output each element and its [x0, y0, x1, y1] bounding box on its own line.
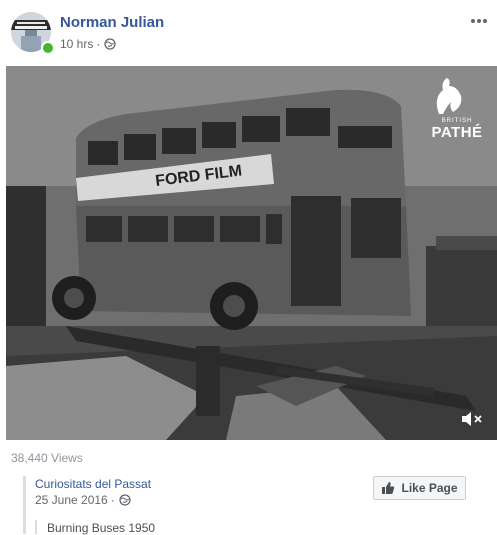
view-count: 38,440 Views — [11, 451, 83, 465]
video-frame: FORD FILM — [6, 66, 497, 440]
video-player[interactable]: FORD FILM BRITISH PATHÉ — [6, 66, 497, 440]
shared-post: Curiositats del Passat 25 June 2016 · Li… — [11, 476, 487, 535]
like-page-button[interactable]: Like Page — [373, 476, 466, 500]
thumbs-up-icon — [382, 482, 395, 494]
post-meta: 10 hrs · — [60, 37, 117, 51]
globe-icon[interactable] — [119, 494, 131, 506]
post-header: Norman Julian 10 hrs · — [0, 0, 497, 66]
more-options-button[interactable] — [469, 14, 489, 28]
mute-toggle-button[interactable] — [461, 410, 483, 428]
online-status-indicator — [41, 41, 55, 55]
rooster-logo-icon — [436, 78, 462, 114]
shared-post-border — [23, 476, 26, 534]
more-dot-icon — [471, 19, 475, 23]
shared-caption: Burning Buses 1950 — [47, 521, 156, 535]
caption-quote-bar — [35, 520, 37, 534]
watermark-brand-text: PATHÉ — [431, 124, 483, 141]
more-dot-icon — [477, 19, 481, 23]
pathe-watermark: BRITISH PATHÉ — [429, 76, 485, 141]
globe-icon[interactable] — [104, 38, 117, 50]
shared-post-meta: 25 June 2016 · — [35, 493, 131, 507]
shared-meta-separator: · — [110, 493, 115, 507]
shared-post-date[interactable]: 25 June 2016 — [35, 493, 108, 507]
more-dot-icon — [483, 19, 487, 23]
shared-page-name[interactable]: Curiositats del Passat — [35, 477, 151, 491]
meta-separator: · — [96, 37, 101, 51]
like-page-label: Like Page — [401, 481, 458, 495]
author-name[interactable]: Norman Julian — [60, 14, 164, 31]
speaker-muted-icon — [462, 412, 482, 426]
post-timestamp[interactable]: 10 hrs — [60, 37, 93, 51]
